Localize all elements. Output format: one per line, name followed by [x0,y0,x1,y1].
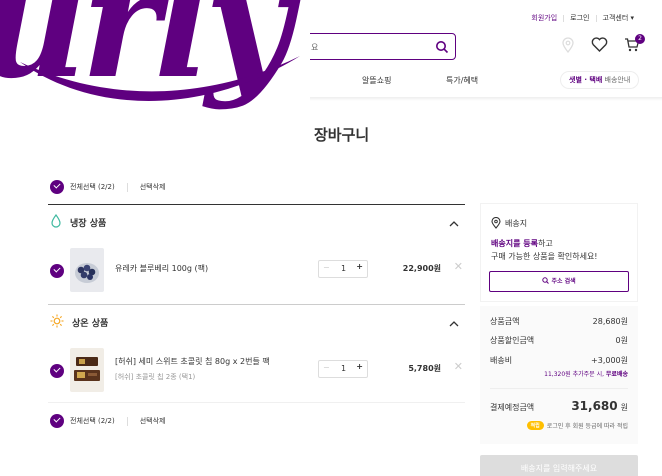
summary-value: 0원 [615,336,628,345]
cart-item: [허쉬] 세미 스위트 초콜릿 칩 80g x 2번들 팩 [허쉬] 초콜릿 칩… [50,348,465,394]
section-divider [48,402,465,403]
delivery-info-pill[interactable]: 샛별 · 택배 배송안내 [560,71,640,89]
item-price: 5,780원 [408,364,441,373]
address-message-line2: 구매 가능한 상품을 확인하세요! [491,252,598,261]
water-drop-icon [50,213,62,231]
section-header-room-temp: 상온 상품 [50,314,108,331]
summary-row-product: 상품금액 28,680원 [490,316,628,327]
free-shipping-note: 11,320원 추가주문 시, 무료배송 [544,369,628,378]
signup-link[interactable]: 회원가입 [525,13,563,23]
address-title: 배송지 [505,218,528,228]
chevron-up-icon[interactable] [448,214,460,233]
item-checkbox[interactable] [50,364,64,378]
point-text: 로그인 후 회원 등급에 따라 적립 [546,423,628,430]
increase-button[interactable]: + [356,262,363,271]
quantity-stepper: − 1 + [318,260,368,278]
cart-count-badge: 2 [635,34,645,44]
free-shipping-note-text: 11,320원 추가주문 시, [544,371,606,378]
address-message-highlight: 배송지를 등록 [491,239,538,248]
delivery-pill-highlight: 샛별 · 택배 [569,76,603,84]
sun-icon [50,314,64,331]
customer-center-link[interactable]: 고객센터 ▾ [597,13,641,23]
search-placeholder: 요 [311,43,319,52]
enter-address-button[interactable]: 배송지를 입력해주세요 [480,455,638,476]
increase-button[interactable]: + [356,362,363,371]
quantity-value: 1 [341,264,347,273]
select-all-row-top: 전체선택 (2/2) 선택삭제 [50,180,165,194]
summary-total-label: 결제예정금액 [490,403,535,412]
product-thumbnail[interactable] [70,248,104,292]
location-pin-icon [491,217,501,229]
section-header-refrigerated: 냉장 상품 [50,213,107,231]
product-option: [허쉬] 초콜릿 칩 2종 (택1) [115,373,196,381]
heart-icon[interactable] [591,37,608,57]
order-summary: 상품금액 28,680원 상품할인금액 0원 배송비 +3,000원 11,32… [480,306,638,444]
product-thumbnail[interactable] [70,348,104,392]
quantity-stepper: − 1 + [318,360,368,378]
section-title: 냉장 상품 [70,219,107,229]
close-icon[interactable]: ✕ [454,360,463,373]
summary-row-shipping: 배송비 +3,000원 [490,355,628,366]
select-divider [126,182,128,192]
summary-divider [490,388,628,389]
login-link[interactable]: 로그인 [564,13,595,23]
point-info: 적립 로그인 후 회원 등급에 따라 적립 [526,421,628,430]
util-links: 회원가입 로그인 고객센터 ▾ [525,13,640,23]
page-title: 장바구니 [314,126,370,144]
summary-total-value: 31,680 원 [571,399,628,413]
cart-item: 유레카 블루베리 100g (팩) − 1 + 22,900원 ✕ [50,248,465,294]
summary-label: 배송비 [490,356,513,365]
address-panel: 배송지 배송지를 등록하고 구매 가능한 상품을 확인하세요! 주소 검색 [480,203,638,302]
nav-item-bargain[interactable]: 알뜰쇼핑 [362,75,391,86]
select-all-row-bottom: 전체선택 (2/2) 선택삭제 [50,414,165,428]
location-icon[interactable] [561,37,575,57]
section-title: 상온 상품 [72,319,109,329]
brand-logo[interactable]: urly [0,0,310,128]
product-name[interactable]: [허쉬] 세미 스위트 초콜릿 칩 80g x 2번들 팩 [115,356,270,367]
cart-icon[interactable]: 2 [624,34,645,57]
item-price: 22,900원 [402,264,441,273]
decrease-button[interactable]: − [323,263,330,272]
close-icon[interactable]: ✕ [454,260,463,273]
delivery-pill-text: 배송안내 [602,76,631,84]
select-all-checkbox[interactable] [50,414,64,428]
select-all-label[interactable]: 전체선택 (2/2) [70,182,115,192]
total-unit: 원 [620,403,628,412]
decrease-button[interactable]: − [323,363,330,372]
address-message: 배송지를 등록하고 [491,238,553,249]
select-all-label[interactable]: 전체선택 (2/2) [70,416,115,426]
delete-selected-button[interactable]: 선택삭제 [140,182,166,192]
summary-value: +3,000원 [591,356,628,365]
chevron-up-icon[interactable] [448,314,460,333]
quantity-value: 1 [341,364,347,373]
summary-label: 상품할인금액 [490,336,535,345]
summary-row-discount: 상품할인금액 0원 [490,335,628,346]
address-search-button[interactable]: 주소 검색 [489,271,629,292]
product-name[interactable]: 유레카 블루베리 100g (팩) [115,263,208,274]
search-icon[interactable] [435,39,449,58]
search-icon [542,277,550,284]
summary-label: 상품금액 [490,317,520,326]
point-badge: 적립 [526,421,544,430]
nav-item-special[interactable]: 특가/혜택 [446,75,478,86]
select-all-checkbox[interactable] [50,180,64,194]
section-divider [48,304,465,305]
summary-value: 28,680원 [592,317,628,326]
section-divider [48,204,465,205]
header-icons: 2 [561,34,645,57]
select-divider [126,416,128,426]
free-shipping-note-bold: 무료배송 [605,371,628,378]
item-checkbox[interactable] [50,264,64,278]
address-search-label: 주소 검색 [551,278,576,285]
address-title-row: 배송지 [491,217,527,229]
total-amount: 31,680 [571,399,618,413]
delete-selected-button[interactable]: 선택삭제 [140,416,166,426]
logo-swoosh [20,56,300,101]
address-message-rest: 하고 [537,239,553,248]
